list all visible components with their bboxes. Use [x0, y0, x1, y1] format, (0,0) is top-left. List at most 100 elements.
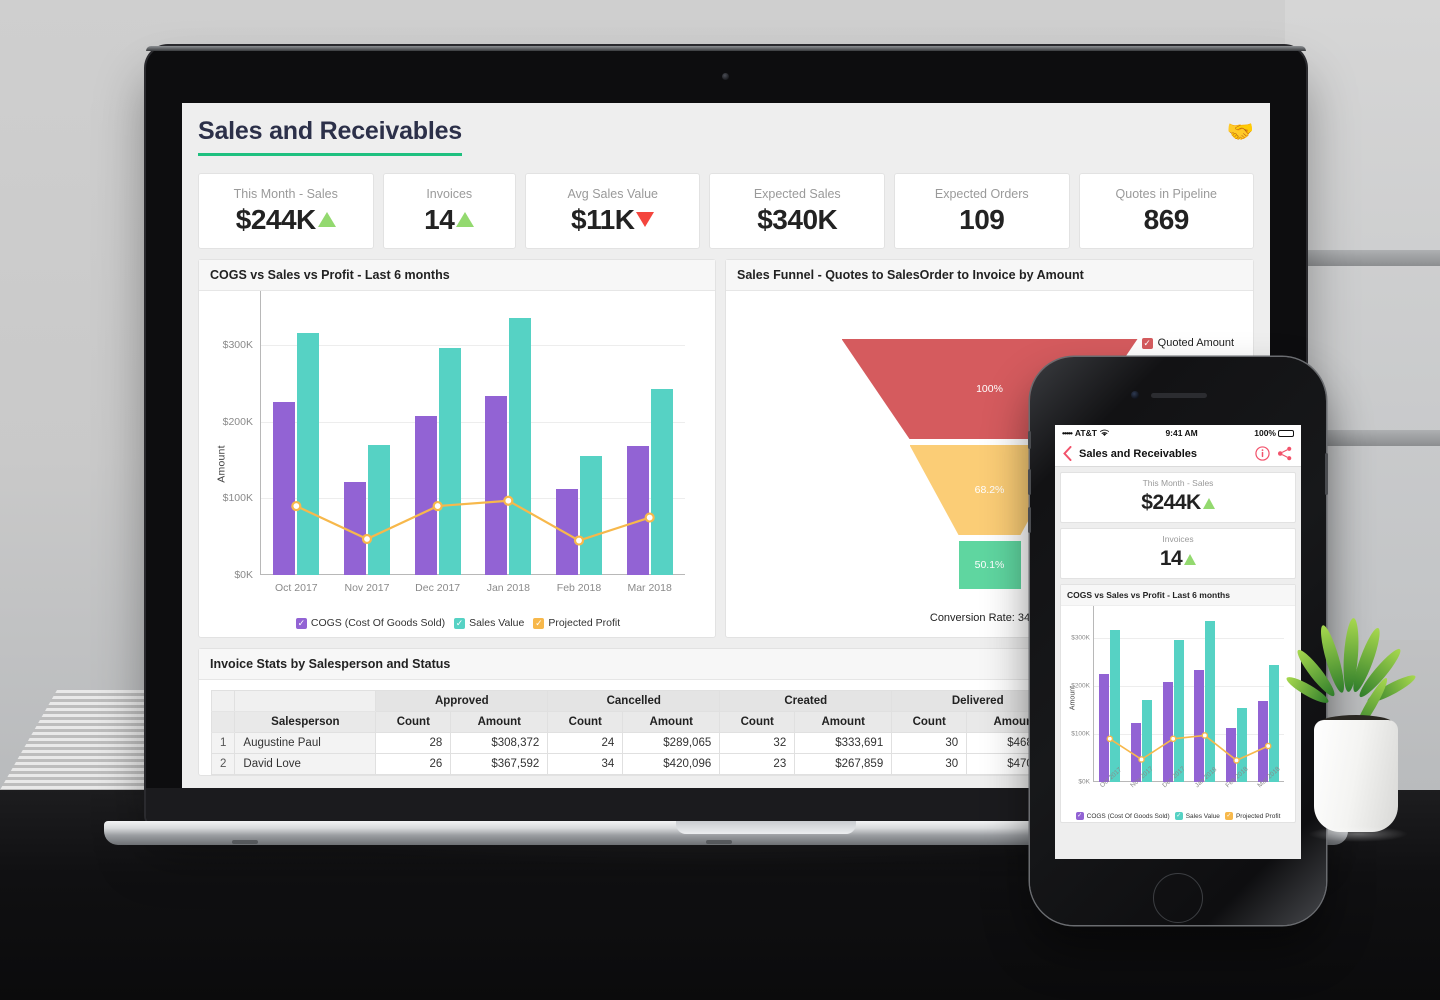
legend-checkbox[interactable]: ✓: [295, 617, 307, 629]
cogs-chart-legend[interactable]: ✓ COGS (Cost Of Goods Sold) ✓ Sales Value ✓ P…: [199, 617, 717, 629]
projected-profit-line[interactable]: [261, 307, 685, 575]
kpi-value: $244K: [1141, 491, 1201, 514]
cogs-chart[interactable]: Amount $0K $100K $200K $300K Oct 2017 Nov 201…: [199, 291, 717, 637]
table-group-header[interactable]: Cancelled: [547, 690, 721, 712]
legend-checkbox[interactable]: ✓: [1141, 337, 1153, 349]
kpi-card-expected-orders[interactable]: Expected Orders 109: [894, 173, 1070, 249]
mute-switch[interactable]: [1028, 431, 1031, 449]
data-point[interactable]: [1106, 735, 1114, 743]
power-button[interactable]: [1325, 453, 1328, 495]
volume-down-button[interactable]: [1028, 507, 1031, 533]
kpi-card-avg-sales-value[interactable]: Avg Sales Value $11K: [524, 173, 701, 249]
dashboard-header: Sales and Receivables 🤝: [198, 117, 1254, 156]
table-group-header[interactable]: Approved: [375, 690, 549, 712]
funnel-stage[interactable]: 50.1%: [958, 541, 1021, 589]
phone-chart-legend[interactable]: ✓ COGS (Cost Of Goods Sold) ✓ Sales Value ✓ P…: [1061, 812, 1295, 820]
data-point[interactable]: [1201, 732, 1209, 739]
y-axis-tick: $300K: [222, 339, 253, 352]
panel-cogs-chart: COGS vs Sales vs Profit - Last 6 months …: [198, 259, 716, 638]
legend-checkbox[interactable]: ✓: [1224, 812, 1233, 820]
table-column-header[interactable]: Count: [375, 711, 452, 733]
y-axis-label: Amount: [1069, 685, 1077, 711]
legend-label: Sales Value: [1185, 812, 1220, 820]
table-column-header[interactable]: Count: [891, 711, 968, 733]
panel-title: Sales Funnel - Quotes to SalesOrder to I…: [726, 260, 1253, 291]
kpi-value: 109: [959, 203, 1005, 235]
legend-item[interactable]: ✓ Sales Value: [454, 617, 524, 629]
legend-checkbox[interactable]: ✓: [1075, 812, 1084, 820]
data-point[interactable]: [503, 495, 514, 506]
trend-up-icon: [317, 212, 336, 227]
table-column-header[interactable]: Amount: [450, 711, 549, 733]
cell-salesperson: David Love: [234, 753, 377, 775]
legend-item[interactable]: ✓ Quoted Amount: [1141, 337, 1239, 349]
projected-profit-line[interactable]: [1094, 614, 1284, 782]
table-column-header[interactable]: Salesperson: [234, 711, 377, 733]
legend-label: Projected Profit: [1235, 812, 1281, 820]
table-cell: 30: [891, 753, 968, 775]
phone-kpi-card-invoices[interactable]: Invoices 14: [1060, 528, 1296, 579]
table-cell: 24: [547, 732, 624, 754]
phone-kpi-card-this-month-sales[interactable]: This Month - Sales $244K: [1060, 472, 1296, 523]
status-bar: ••••• AT&T 9:41 AM 100%: [1055, 425, 1301, 441]
kpi-label: Expected Sales: [753, 186, 841, 201]
kpi-label: Avg Sales Value: [567, 186, 659, 201]
carrier-label: AT&T: [1074, 428, 1097, 438]
table-corner: [210, 711, 236, 733]
table-column-header[interactable]: Count: [719, 711, 796, 733]
home-button[interactable]: [1153, 873, 1203, 923]
data-point[interactable]: [644, 512, 655, 523]
legend-item[interactable]: ✓ COGS (Cost Of Goods Sold): [295, 617, 445, 629]
volume-up-button[interactable]: [1028, 469, 1031, 495]
legend-item[interactable]: ✓ Projected Profit: [1224, 812, 1281, 820]
kpi-value-wrap: $340K: [757, 204, 838, 236]
data-point[interactable]: [361, 533, 373, 545]
legend-item[interactable]: ✓ Projected Profit: [533, 617, 620, 629]
data-point[interactable]: [573, 535, 585, 546]
data-point[interactable]: [291, 500, 302, 512]
page-title: Sales and Receivables: [198, 117, 462, 156]
wifi-icon: [1099, 429, 1109, 436]
table-cell: $367,592: [450, 753, 549, 775]
legend-checkbox[interactable]: ✓: [533, 617, 545, 629]
phone-cogs-chart[interactable]: Amount $0K $100K $200K $300K Oct 2017 Nov 201…: [1061, 606, 1295, 822]
battery-indicator: 100%: [1254, 428, 1294, 438]
data-point[interactable]: [432, 500, 443, 512]
table-group-header[interactable]: Created: [719, 690, 893, 712]
plant-pot: [1314, 720, 1398, 832]
laptop-foot: [706, 840, 732, 844]
laptop-base-notch: [676, 821, 856, 834]
share-icon[interactable]: [1277, 446, 1293, 461]
kpi-label: Invoices: [426, 186, 473, 201]
table-column-header[interactable]: Amount: [622, 711, 721, 733]
data-point[interactable]: [1233, 757, 1240, 764]
legend-item[interactable]: ✓ COGS (Cost Of Goods Sold): [1075, 812, 1170, 820]
table-column-header[interactable]: Amount: [794, 711, 893, 733]
data-point[interactable]: [1169, 735, 1177, 743]
chevron-left-icon[interactable]: [1063, 446, 1072, 461]
phone-screen: ••••• AT&T 9:41 AM 100% Sales and Receiv…: [1055, 425, 1301, 859]
data-point[interactable]: [1138, 756, 1145, 763]
panel-title: COGS vs Sales vs Profit - Last 6 months: [199, 260, 715, 291]
kpi-label: Quotes in Pipeline: [1115, 186, 1217, 201]
kpi-card-quotes-in-pipeline[interactable]: Quotes in Pipeline 869: [1078, 173, 1255, 249]
data-point[interactable]: [1264, 742, 1272, 750]
kpi-card-invoices[interactable]: Invoices 14: [382, 173, 516, 249]
phone-nav-bar: Sales and Receivables: [1055, 441, 1301, 467]
x-axis-tick: Mar 2018: [627, 582, 672, 594]
kpi-value-wrap: 869: [1144, 204, 1190, 236]
legend-checkbox[interactable]: ✓: [454, 617, 466, 629]
kpi-card-expected-sales[interactable]: Expected Sales $340K: [709, 173, 885, 249]
phone-nav-title: Sales and Receivables: [1079, 447, 1198, 460]
kpi-value-wrap: $244K: [1141, 491, 1215, 515]
info-icon[interactable]: [1255, 446, 1270, 461]
table-column-header[interactable]: Count: [547, 711, 624, 733]
funnel-stage-label: 50.1%: [974, 559, 1005, 571]
kpi-card-this-month-sales[interactable]: This Month - Sales $244K: [198, 173, 374, 249]
battery-percent: 100%: [1254, 428, 1276, 438]
y-axis-tick: $0K: [1078, 778, 1090, 786]
legend-item[interactable]: ✓ Sales Value: [1174, 812, 1220, 820]
legend-checkbox[interactable]: ✓: [1174, 812, 1183, 820]
trend-up-icon: [1184, 553, 1197, 565]
table-cell: $333,691: [794, 732, 893, 754]
